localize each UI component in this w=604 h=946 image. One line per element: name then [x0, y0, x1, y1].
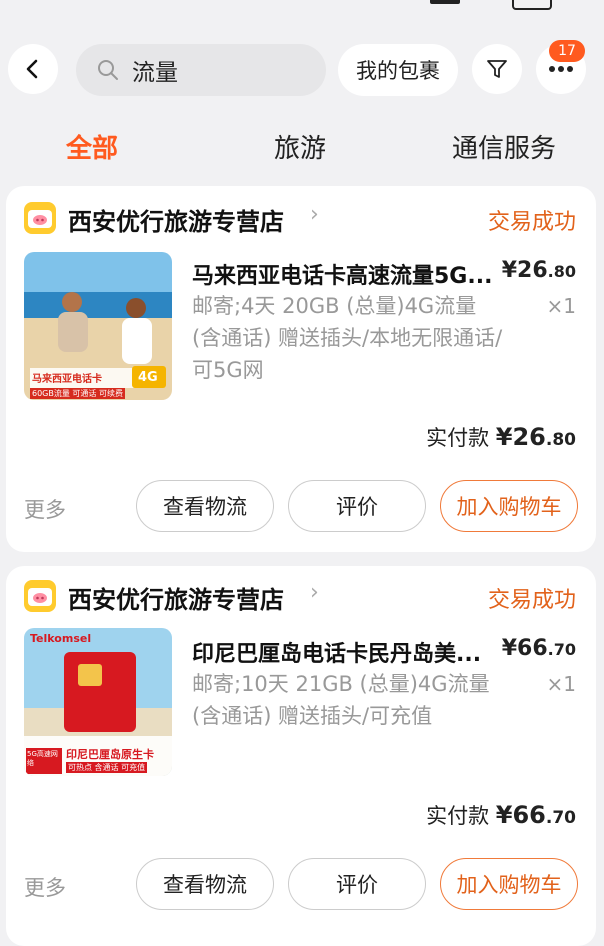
filter-button[interactable] [472, 44, 522, 94]
review-button[interactable]: 评价 [288, 480, 426, 532]
product-thumbnail[interactable]: Telkomsel 印尼巴厘岛原生卡 可热点 含通话 可充值 5G高速网络 [24, 628, 172, 776]
price-main: ¥66 [501, 636, 548, 661]
paid-main: ¥26 [495, 423, 546, 451]
review-button[interactable]: 评价 [288, 858, 426, 910]
paid-label: 实付款 [426, 804, 490, 828]
more-dots-icon [549, 66, 573, 72]
thumb-caption: 印尼巴厘岛原生卡 [66, 748, 154, 761]
thumb-subtitle: 可热点 含通话 可充值 [66, 762, 148, 773]
view-logistics-button[interactable]: 查看物流 [136, 480, 274, 532]
product-description: 邮寄;4天 20GB (总量)4G流量 (含通话) 赠送插头/本地无限通话/可5… [192, 294, 503, 382]
category-tabs: 全部 旅游 通信服务 [0, 120, 604, 170]
shop-logo-icon [24, 580, 56, 612]
thumb-badge: 4G [138, 370, 158, 385]
paid-main: ¥66 [495, 801, 546, 829]
top-bar: 流量 我的包裹 [0, 30, 604, 110]
battery-icon [512, 0, 552, 10]
shop-logo-icon [24, 202, 56, 234]
add-to-cart-button[interactable]: 加入购物车 [440, 480, 578, 532]
tab-travel[interactable]: 旅游 [274, 128, 326, 165]
more-link[interactable]: 更多 [24, 872, 66, 902]
order-card: 西安优行旅游专营店 › 交易成功 Telkomsel 印尼巴厘岛原生卡 可热点 … [6, 566, 596, 946]
paid-label: 实付款 [426, 426, 490, 450]
back-button[interactable] [8, 44, 58, 94]
price-main: ¥26 [501, 258, 548, 283]
search-query: 流量 [132, 60, 178, 86]
filter-icon [487, 60, 507, 78]
tab-telecom[interactable]: 通信服务 [452, 128, 556, 165]
thumb-brand: Telkomsel [30, 632, 92, 645]
chevron-right-icon: › [310, 580, 319, 605]
order-status: 交易成功 [487, 210, 576, 235]
search-input[interactable]: 流量 [76, 44, 326, 96]
notification-badge: 17 [549, 40, 585, 62]
search-icon [98, 60, 118, 80]
view-logistics-button[interactable]: 查看物流 [136, 858, 274, 910]
add-to-cart-button[interactable]: 加入购物车 [440, 858, 578, 910]
more-link[interactable]: 更多 [24, 494, 66, 524]
price-decimal: .70 [547, 640, 576, 659]
product-title[interactable]: 马来西亚电话卡高速流量5G... [192, 258, 492, 290]
signal-icon [430, 0, 460, 4]
price-decimal: .80 [547, 262, 576, 281]
order-card: 西安优行旅游专营店 › 交易成功 马来西亚电话卡 4G 60GB流量 可通话 可… [6, 186, 596, 552]
product-price: ¥66.70 [502, 636, 576, 661]
product-title[interactable]: 印尼巴厘岛电话卡民丹岛美... [192, 636, 481, 668]
product-price: ¥26.80 [502, 258, 576, 283]
shop-name[interactable]: 西安优行旅游专营店 [68, 202, 284, 237]
paid-decimal: .70 [545, 808, 576, 828]
product-thumbnail[interactable]: 马来西亚电话卡 4G 60GB流量 可通话 可续费 [24, 252, 172, 400]
product-quantity: ×1 [546, 294, 576, 318]
thumb-subtitle: 60GB流量 可通话 可续费 [30, 388, 125, 399]
chevron-left-icon [26, 59, 38, 79]
thumb-caption: 马来西亚电话卡 [32, 374, 102, 385]
paid-amount: 实付款 ¥66.70 [426, 800, 576, 830]
shop-name[interactable]: 西安优行旅游专营店 [68, 580, 284, 615]
paid-amount: 实付款 ¥26.80 [426, 422, 576, 452]
paid-decimal: .80 [545, 430, 576, 450]
tab-all[interactable]: 全部 [66, 128, 118, 165]
thumb-tag: 5G高速网络 [27, 750, 58, 767]
chevron-right-icon: › [310, 202, 319, 227]
product-quantity: ×1 [546, 672, 576, 696]
my-parcels-button[interactable]: 我的包裹 [338, 44, 458, 96]
status-bar [0, 0, 604, 22]
order-status: 交易成功 [487, 588, 576, 613]
product-description: 邮寄;10天 21GB (总量)4G流量 (含通话) 赠送插头/可充值 [192, 672, 490, 728]
